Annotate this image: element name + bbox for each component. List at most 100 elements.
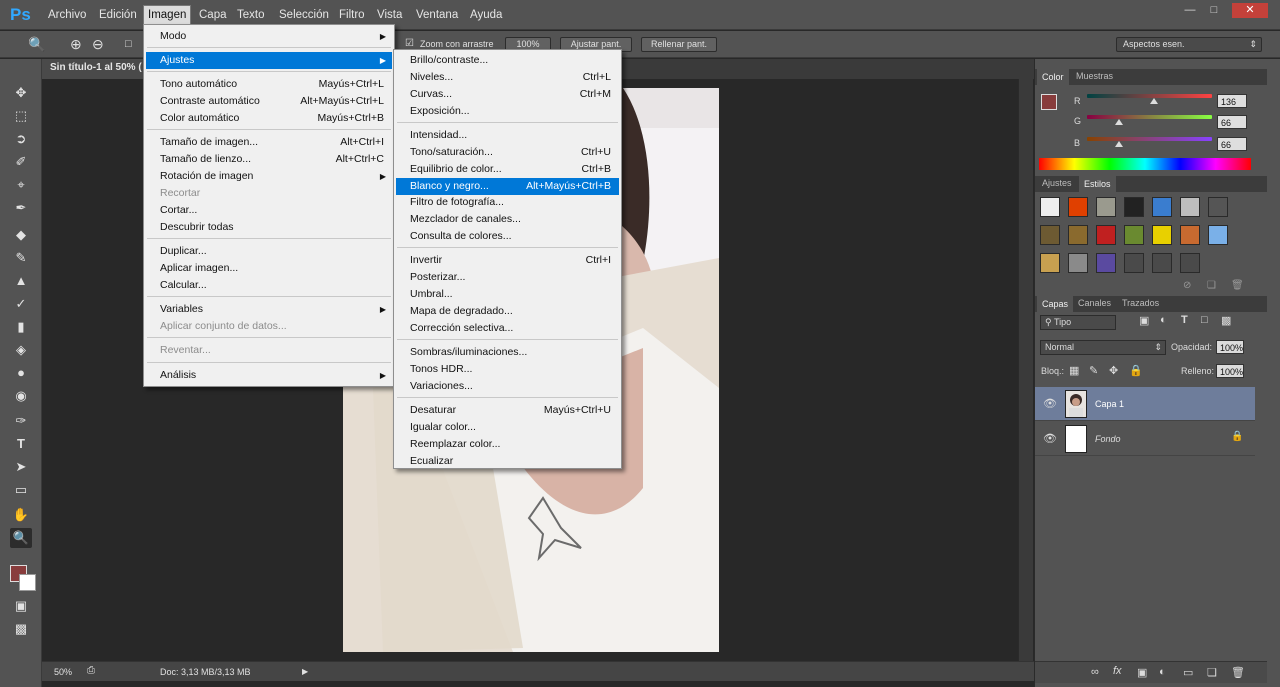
style-swatch[interactable] [1124, 253, 1144, 273]
b-slider[interactable] [1087, 137, 1212, 141]
rectangle-tool-icon[interactable]: ▭ [10, 480, 32, 500]
menu-item-cortar[interactable]: Cortar... [146, 202, 392, 219]
tab-canales[interactable]: Canales [1073, 298, 1116, 308]
style-swatch[interactable] [1180, 253, 1200, 273]
menu-item-aplicar-imagen[interactable]: Aplicar imagen... [146, 260, 392, 277]
menu-seleccion[interactable]: Selección [276, 7, 332, 23]
blend-mode-select[interactable]: Normal ⇕ [1040, 340, 1166, 355]
menu-vista[interactable]: Vista [374, 7, 405, 23]
menu-item-igualar-color[interactable]: Igualar color... [396, 419, 619, 436]
path-select-tool-icon[interactable]: ➤ [10, 457, 32, 477]
menu-item-ecualizar[interactable]: Ecualizar [396, 453, 619, 470]
vertical-scrollbar[interactable] [1018, 79, 1033, 661]
background-color-swatch[interactable] [19, 574, 36, 591]
style-swatch[interactable] [1208, 225, 1228, 245]
style-swatch[interactable] [1040, 253, 1060, 273]
new-style-icon[interactable]: ❏ [1207, 280, 1216, 291]
layer-row-capa1[interactable]: 👁 Capa 1 [1035, 387, 1255, 421]
menu-capa[interactable]: Capa [196, 7, 230, 23]
tab-color[interactable]: Color [1037, 69, 1069, 85]
new-adjustment-icon[interactable]: ◐ [1159, 666, 1166, 678]
style-swatch[interactable] [1180, 225, 1200, 245]
menu-archivo[interactable]: Archivo [45, 7, 89, 23]
blur-tool-icon[interactable]: ● [10, 363, 32, 383]
filter-adjust-icon[interactable]: ◐ [1160, 314, 1167, 326]
clone-stamp-tool-icon[interactable]: ▲ [10, 271, 32, 291]
style-swatch[interactable] [1096, 197, 1116, 217]
menu-item-posterizar[interactable]: Posterizar... [396, 269, 619, 286]
style-swatch[interactable] [1068, 197, 1088, 217]
menu-item-tono-automático[interactable]: Tono automático Mayús+Ctrl+L [146, 76, 392, 93]
fg-color-swatch[interactable] [1041, 94, 1057, 110]
menu-item-modo[interactable]: Modo ▶ [146, 28, 392, 45]
menu-item-desaturar[interactable]: Desaturar Mayús+Ctrl+U [396, 402, 619, 419]
minimize-icon[interactable]: — [1178, 3, 1202, 18]
menu-item-tamaño-de-imagen[interactable]: Tamaño de imagen... Alt+Ctrl+I [146, 134, 392, 151]
paint-bucket-tool-icon[interactable]: ◈ [10, 340, 32, 360]
tab-estilos[interactable]: Estilos [1079, 176, 1116, 192]
lasso-tool-icon[interactable]: ➲ [10, 129, 32, 149]
quick-select-tool-icon[interactable]: ✐ [10, 152, 32, 172]
menu-item-mapa-de-degradado[interactable]: Mapa de degradado... [396, 303, 619, 320]
menu-item-blanco-y-negro[interactable]: Blanco y negro... Alt+Mayús+Ctrl+B [396, 178, 619, 195]
menu-filtro[interactable]: Filtro [336, 7, 368, 23]
layer-filter-select[interactable]: ⚲ Tipo [1040, 315, 1116, 330]
b-value[interactable]: 66 [1217, 137, 1247, 151]
lock-all-icon[interactable]: 🔒 [1129, 364, 1143, 377]
close-icon[interactable]: ✕ [1232, 3, 1268, 18]
new-layer-icon[interactable]: ❏ [1207, 666, 1217, 679]
menu-item-equilibrio-de-color[interactable]: Equilibrio de color... Ctrl+B [396, 161, 619, 178]
add-mask-icon[interactable]: ▣ [1137, 666, 1147, 679]
style-swatch[interactable] [1096, 253, 1116, 273]
filter-smart-icon[interactable]: ▩ [1221, 314, 1231, 327]
menu-item-tono-saturación[interactable]: Tono/saturación... Ctrl+U [396, 144, 619, 161]
style-swatch[interactable] [1152, 253, 1172, 273]
menu-item-consulta-de-colores[interactable]: Consulta de colores... [396, 228, 619, 245]
quick-mask-icon[interactable]: ▣ [10, 596, 32, 616]
delete-layer-icon[interactable]: 🗑 [1231, 666, 1245, 679]
menu-item-brillo-contraste[interactable]: Brillo/contraste... [396, 52, 619, 69]
healing-brush-tool-icon[interactable]: ◆ [10, 225, 32, 245]
style-swatch[interactable] [1180, 197, 1200, 217]
screen-mode-icon[interactable]: ▩ [10, 619, 32, 639]
menu-item-variaciones[interactable]: Variaciones... [396, 378, 619, 395]
menu-item-curvas[interactable]: Curvas... Ctrl+M [396, 86, 619, 103]
menu-item-exposición[interactable]: Exposición... [396, 103, 619, 120]
style-swatch[interactable] [1068, 225, 1088, 245]
zoom-tool-icon[interactable]: 🔍 [28, 36, 45, 53]
menu-item-mezclador-de-canales[interactable]: Mezclador de canales... [396, 211, 619, 228]
menu-item-reemplazar-color[interactable]: Reemplazar color... [396, 436, 619, 453]
zoom-tool-icon[interactable]: 🔍 [10, 528, 32, 548]
menu-ventana[interactable]: Ventana [413, 7, 461, 23]
link-layers-icon[interactable]: ∞ [1091, 666, 1099, 678]
hand-tool-icon[interactable]: ✋ [10, 505, 32, 525]
style-swatch[interactable] [1152, 197, 1172, 217]
g-slider-thumb[interactable] [1115, 119, 1124, 125]
style-swatch[interactable] [1096, 225, 1116, 245]
style-swatch[interactable] [1040, 225, 1060, 245]
style-none[interactable] [1040, 197, 1060, 217]
menu-item-corrección-selectiva[interactable]: Corrección selectiva... [396, 320, 619, 337]
history-brush-tool-icon[interactable]: ✓ [10, 294, 32, 314]
eraser-tool-icon[interactable]: ▮ [10, 317, 32, 337]
move-tool-icon[interactable]: ✥ [10, 83, 32, 103]
status-menu-arrow-icon[interactable]: ▶ [302, 667, 308, 676]
menu-item-rotación-de-imagen[interactable]: Rotación de imagen ▶ [146, 168, 392, 185]
menu-item-duplicar[interactable]: Duplicar... [146, 243, 392, 260]
zoom-level[interactable]: 50% [54, 667, 72, 677]
style-swatch[interactable] [1124, 225, 1144, 245]
type-tool-icon[interactable]: T [10, 434, 32, 454]
dodge-tool-icon[interactable]: ◉ [10, 386, 32, 406]
maximize-icon[interactable]: □ [1202, 3, 1226, 18]
color-spectrum[interactable] [1039, 158, 1251, 170]
g-slider[interactable] [1087, 115, 1212, 119]
r-value[interactable]: 136 [1217, 94, 1247, 108]
menu-item-tamaño-de-lienzo[interactable]: Tamaño de lienzo... Alt+Ctrl+C [146, 151, 392, 168]
filter-type-icon[interactable]: T [1181, 314, 1188, 326]
tab-capas[interactable]: Capas [1037, 296, 1074, 312]
b-slider-thumb[interactable] [1115, 141, 1124, 147]
menu-edicion[interactable]: Edición [96, 7, 140, 23]
opacity-value[interactable]: 100% [1216, 340, 1244, 354]
menu-item-color-automático[interactable]: Color automático Mayús+Ctrl+B [146, 110, 392, 127]
style-swatch[interactable] [1208, 197, 1228, 217]
